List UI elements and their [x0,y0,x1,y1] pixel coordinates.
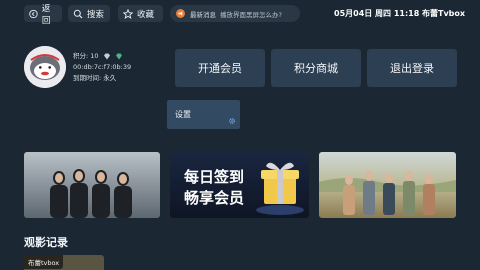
promo-banner-drama[interactable] [24,152,160,218]
mac-address: 00:db:7c:f7:0b:39 [73,63,132,71]
avatar[interactable] [24,46,66,88]
gear-icon [229,118,235,124]
emerald-icon [115,53,122,60]
diamond-icon [103,53,110,60]
search-label: 搜索 [87,9,105,20]
promo-banner-signin[interactable]: 每日签到 畅享会员 [170,152,309,218]
drama-poster [24,152,160,218]
settings-label: 设置 [175,110,191,119]
points-label: 积分: 10 [73,52,99,60]
points-row: 积分: 10 [73,51,131,62]
back-label: 返回 [41,3,51,26]
favorites-label: 收藏 [137,9,155,20]
top-bar: 返回 搜索 收藏 最新消息 播放界面黑屏怎么办? 05月04日 周四 11:18… [0,0,480,28]
open-vip-button[interactable]: 开通会员 [175,49,265,87]
search-icon [73,9,83,18]
back-icon [29,9,38,18]
news-label: 最新消息 [190,10,216,19]
search-button[interactable]: 搜索 [68,5,110,22]
favorites-button[interactable]: 收藏 [118,5,163,22]
logout-button[interactable]: 退出登录 [367,49,457,87]
signin-poster: 每日签到 畅享会员 [170,152,309,218]
history-item-tag: 布蕾tvbox [24,255,64,269]
back-button[interactable]: 返回 [24,4,62,26]
rural-poster [319,152,456,218]
star-icon [123,8,133,19]
promo-banner-rural[interactable] [319,152,456,218]
expiry-text: 到期时间: 永久 [73,74,117,82]
announcement-icon [176,9,185,18]
news-message: 播放界面黑屏怎么办? [220,10,282,19]
history-item[interactable]: 布蕾tvbox [24,255,104,270]
signin-line1: 每日签到 [184,168,244,186]
history-title: 观影记录 [24,236,68,249]
points-shop-button[interactable]: 积分商城 [271,49,361,87]
settings-button[interactable]: 设置 [167,100,240,129]
brand-name: 布蕾Tvbox [422,9,466,18]
datetime: 05月04日 周四 11:18 [334,9,420,18]
profile-info: 积分: 10 00:db:7c:f7:0b:39 到期时间: 永久 [73,51,131,84]
signin-line2: 畅享会员 [184,189,244,207]
news-ticker[interactable]: 最新消息 播放界面黑屏怎么办? [170,5,300,22]
